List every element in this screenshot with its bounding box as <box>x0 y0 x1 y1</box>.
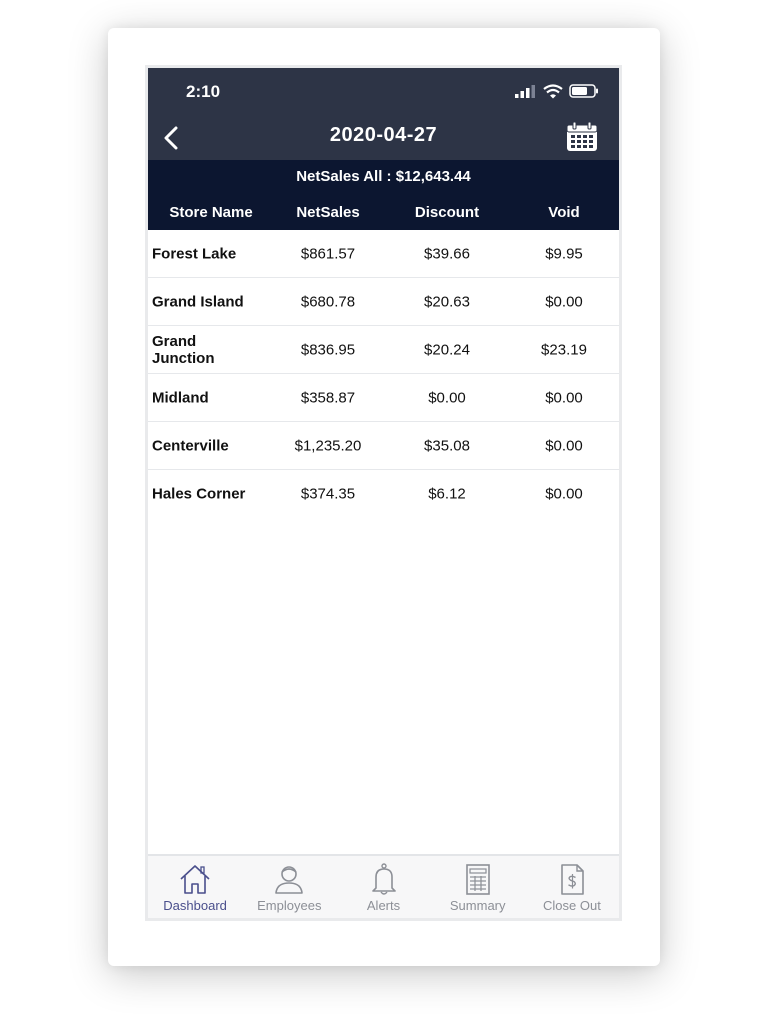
void-value: $23.19 <box>541 341 587 358</box>
store-name: Grand Island <box>152 293 244 310</box>
wifi-icon <box>543 83 563 98</box>
dollar-document-icon <box>561 864 584 895</box>
battery-icon <box>569 84 598 98</box>
tab-label: Summary <box>449 898 506 913</box>
calendar-button[interactable] <box>565 121 599 155</box>
bell-icon <box>371 863 396 895</box>
void-value: $0.00 <box>545 293 583 310</box>
column-header-discount: Discount <box>414 204 480 221</box>
report-icon <box>465 864 490 895</box>
page-title: 2020-04-27 <box>329 124 438 146</box>
signal-icon <box>515 85 535 98</box>
nav-bar: 2020-04-27 <box>148 116 619 160</box>
store-name: Centerville <box>152 437 229 454</box>
discount-value: $39.66 <box>424 245 470 262</box>
phone-screen: 2:10 2020-04-27 NetSales All: $12,643.4… <box>145 65 622 921</box>
column-header-void: Void <box>548 204 580 221</box>
status-icons <box>515 83 599 99</box>
store-name: Forest Lake <box>152 245 237 262</box>
discount-value: $0.00 <box>428 389 466 406</box>
discount-value: $20.63 <box>424 293 470 310</box>
tab-label: Employees <box>257 898 322 913</box>
tab-label: Dashboard <box>163 898 227 913</box>
discount-value: $20.24 <box>424 341 470 358</box>
netsales-value: $861.57 <box>300 245 356 262</box>
table-row[interactable]: Grand Island $680.78 $20.63 $0.00 <box>148 278 619 326</box>
tab-dashboard[interactable]: Dashboard <box>148 856 242 918</box>
netsales-value: $680.78 <box>300 293 356 310</box>
home-icon <box>180 865 210 894</box>
store-table: Forest Lake $861.57 $39.66 $9.95 Grand I… <box>148 230 619 518</box>
table-header: Store Name NetSales Discount Void <box>148 204 619 226</box>
netsales-value: $836.95 <box>300 341 356 358</box>
void-value: $9.95 <box>545 245 583 262</box>
column-header-store-name: Store Name <box>169 204 253 221</box>
empty-content-area <box>148 514 619 856</box>
store-name: Grand Junction <box>152 332 215 367</box>
tab-label: Alerts <box>366 898 401 913</box>
netsales-summary-bar: NetSales All : $12,643.44 Store Name Net… <box>148 160 619 230</box>
discount-value: $35.08 <box>424 437 470 454</box>
table-row[interactable]: Hales Corner $374.35 $6.12 $0.00 <box>148 470 619 518</box>
status-bar: 2:10 <box>148 68 619 116</box>
discount-value: $6.12 <box>428 485 466 502</box>
store-name: Hales Corner <box>152 485 246 502</box>
status-time: 2:10 <box>186 82 221 101</box>
tab-alerts[interactable]: Alerts <box>336 856 430 918</box>
tab-employees[interactable]: Employees <box>242 856 336 918</box>
tab-bar: Dashboard Employees Alerts Summary Close… <box>148 854 619 918</box>
void-value: $0.00 <box>545 389 583 406</box>
calendar-icon <box>566 121 598 151</box>
tab-summary[interactable]: Summary <box>431 856 525 918</box>
person-icon <box>275 866 304 894</box>
netsales-value: $358.87 <box>300 389 356 406</box>
store-name: Midland <box>152 389 209 406</box>
table-row[interactable]: Forest Lake $861.57 $39.66 $9.95 <box>148 230 619 278</box>
tab-close-out[interactable]: Close Out <box>525 856 619 918</box>
column-header-netsales: NetSales <box>296 204 360 221</box>
table-row[interactable]: Grand Junction $836.95 $20.24 $23.19 <box>148 326 619 374</box>
netsales-value: $374.35 <box>300 485 356 502</box>
tab-label: Close Out <box>543 898 601 913</box>
void-value: $0.00 <box>545 437 583 454</box>
table-row[interactable]: Centerville $1,235.20 $35.08 $0.00 <box>148 422 619 470</box>
netsales-value: $1,235.20 <box>294 437 362 454</box>
void-value: $0.00 <box>545 485 583 502</box>
table-row[interactable]: Midland $358.87 $0.00 $0.00 <box>148 374 619 422</box>
netsales-all-total: NetSales All : $12,643.44 <box>296 168 471 185</box>
